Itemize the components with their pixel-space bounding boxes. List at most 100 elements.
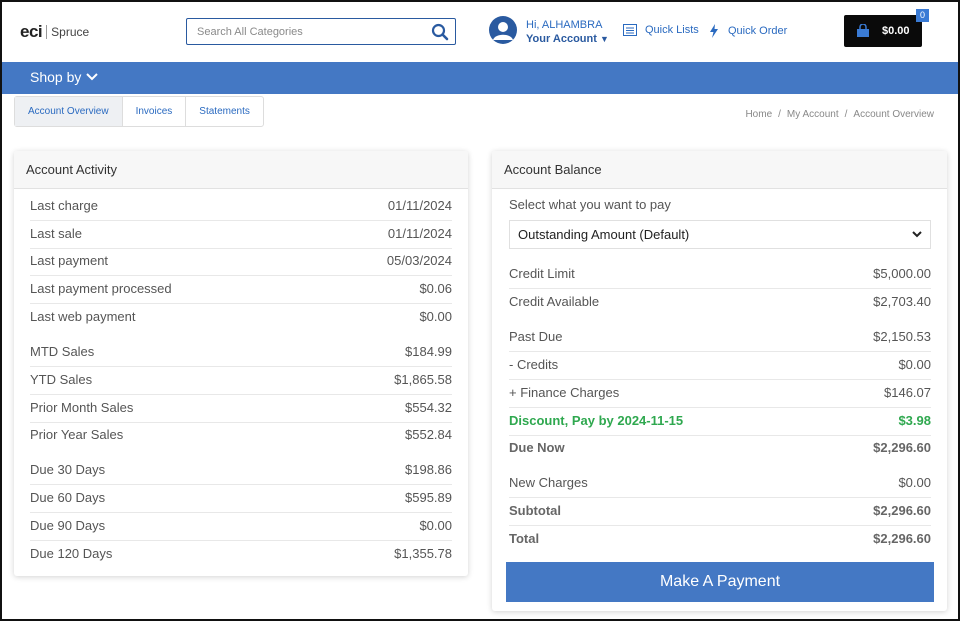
balance-value: $2,150.53 (873, 329, 931, 344)
account-balance-card: Account Balance Select what you want to … (492, 151, 947, 611)
your-account-label: Your Account (526, 33, 597, 45)
breadcrumb-separator: / (778, 109, 781, 120)
tab-invoices[interactable]: Invoices (123, 97, 187, 126)
shop-by-label: Shop by (30, 69, 82, 85)
quick-lists-link[interactable]: Quick Lists (623, 24, 699, 36)
pay-select-label: Select what you want to pay (509, 197, 671, 212)
account-activity-title: Account Activity (14, 151, 468, 189)
activity-label: YTD Sales (30, 372, 93, 387)
cart-button[interactable]: $0.00 (844, 15, 922, 47)
activity-label: Last charge (30, 198, 98, 213)
activity-row: Last web payment $0.00 (30, 309, 452, 332)
activity-value: $184.99 (405, 344, 452, 359)
balance-row: - Credits $0.00 (509, 357, 931, 380)
activity-row: Prior Year Sales $552.84 (30, 427, 452, 450)
search-icon[interactable] (425, 19, 455, 44)
pay-amount-selected: Outstanding Amount (Default) (518, 227, 690, 242)
activity-label: Due 60 Days (30, 490, 106, 505)
balance-row: + Finance Charges $146.07 (509, 385, 931, 408)
activity-value: $0.00 (419, 518, 452, 533)
balance-row: New Charges $0.00 (509, 475, 931, 498)
balance-label: Credit Available (509, 294, 600, 309)
balance-label: - Credits (509, 357, 559, 372)
balance-label: Credit Limit (509, 266, 575, 281)
subtotal-label: Subtotal (509, 503, 561, 518)
due-now-value: $2,296.60 (873, 440, 931, 455)
breadcrumb-current: Account Overview (853, 109, 934, 120)
account-tabs: Account Overview Invoices Statements (14, 96, 264, 127)
pay-amount-select[interactable]: Outstanding Amount (Default) (509, 220, 931, 249)
activity-label: Prior Year Sales (30, 427, 124, 442)
total-value: $2,296.60 (873, 531, 931, 546)
activity-label: Last payment processed (30, 281, 172, 296)
activity-label: Due 120 Days (30, 546, 113, 561)
activity-value: 01/11/2024 (387, 226, 452, 241)
activity-value: $198.86 (405, 462, 452, 477)
activity-row: MTD Sales $184.99 (30, 344, 452, 367)
activity-label: Last sale (30, 226, 83, 241)
quick-lists-label: Quick Lists (645, 24, 699, 36)
your-account-dropdown[interactable]: Your Account ▼ (526, 32, 609, 46)
balance-value: $2,703.40 (873, 294, 931, 309)
search-input[interactable] (187, 19, 425, 44)
activity-row: Last payment 05/03/2024 (30, 253, 452, 276)
balance-label: + Finance Charges (509, 385, 620, 400)
activity-row: Due 90 Days $0.00 (30, 518, 452, 541)
activity-value: $0.00 (419, 309, 452, 324)
tab-account-overview[interactable]: Account Overview (15, 97, 123, 126)
breadcrumb-separator: / (844, 109, 848, 120)
discount-label: Discount, Pay by 2024-11-15 (509, 413, 684, 428)
activity-label: Due 90 Days (30, 518, 106, 533)
activity-label: Prior Month Sales (30, 400, 134, 415)
activity-label: Last payment (30, 253, 109, 268)
balance-value: $0.00 (898, 475, 931, 490)
eci-spruce-logo[interactable]: eci Spruce (20, 22, 89, 42)
quick-order-link[interactable]: Quick Order (709, 24, 787, 38)
account-menu[interactable]: Hi, ALHAMBRA Your Account ▼ (526, 18, 609, 46)
breadcrumb: Home / My Account / Account Overview (745, 109, 934, 120)
balance-row: Credit Limit $5,000.00 (509, 266, 931, 289)
activity-value: $552.84 (405, 427, 452, 442)
chevron-down-icon (912, 231, 922, 238)
balance-value: $0.00 (898, 357, 931, 372)
breadcrumb-home[interactable]: Home (745, 109, 772, 120)
balance-row: Credit Available $2,703.40 (509, 294, 931, 317)
activity-row: Last sale 01/11/2024 (30, 226, 452, 249)
quick-order-label: Quick Order (728, 25, 788, 37)
activity-value: $554.32 (405, 400, 452, 415)
cart-total: $0.00 (882, 25, 910, 37)
activity-label: MTD Sales (30, 344, 95, 359)
activity-value: 01/11/2024 (387, 198, 452, 213)
shopping-bag-icon (857, 24, 869, 37)
discount-value: $3.98 (898, 413, 931, 428)
logo-eci-text: eci (20, 22, 43, 41)
due-now-label: Due Now (509, 440, 565, 455)
account-balance-title: Account Balance (492, 151, 947, 189)
activity-value: $1,355.78 (394, 546, 452, 561)
list-icon (623, 24, 637, 36)
top-header: eci Spruce Hi, ALHAMBRA Your Account ▼ Q… (0, 0, 960, 62)
activity-row: Due 30 Days $198.86 (30, 462, 452, 485)
breadcrumb-my-account[interactable]: My Account (787, 109, 839, 120)
activity-row: Last payment processed $0.06 (30, 281, 452, 304)
shop-by-menu[interactable]: Shop by (30, 69, 99, 85)
total-label: Total (509, 531, 540, 546)
tab-statements[interactable]: Statements (186, 97, 263, 126)
activity-row: Due 120 Days $1,355.78 (30, 546, 452, 569)
account-activity-card: Account Activity Last charge 01/11/2024 … (14, 151, 468, 576)
activity-value: 05/03/2024 (386, 253, 452, 268)
chevron-down-icon (86, 73, 99, 81)
balance-label: New Charges (509, 475, 588, 490)
activity-value: $1,865.58 (394, 372, 452, 387)
user-avatar-icon[interactable] (489, 16, 517, 44)
cart-count-badge: 0 (916, 9, 929, 22)
balance-value: $146.07 (884, 385, 931, 400)
activity-label: Last web payment (30, 309, 136, 324)
logo-spruce-text: Spruce (51, 25, 90, 39)
lightning-icon (710, 24, 718, 38)
activity-value: $595.89 (405, 490, 452, 505)
activity-value: $0.06 (419, 281, 452, 296)
activity-row: Due 60 Days $595.89 (30, 490, 452, 513)
caret-down-icon: ▼ (599, 34, 609, 44)
make-payment-button[interactable]: Make A Payment (506, 562, 934, 602)
